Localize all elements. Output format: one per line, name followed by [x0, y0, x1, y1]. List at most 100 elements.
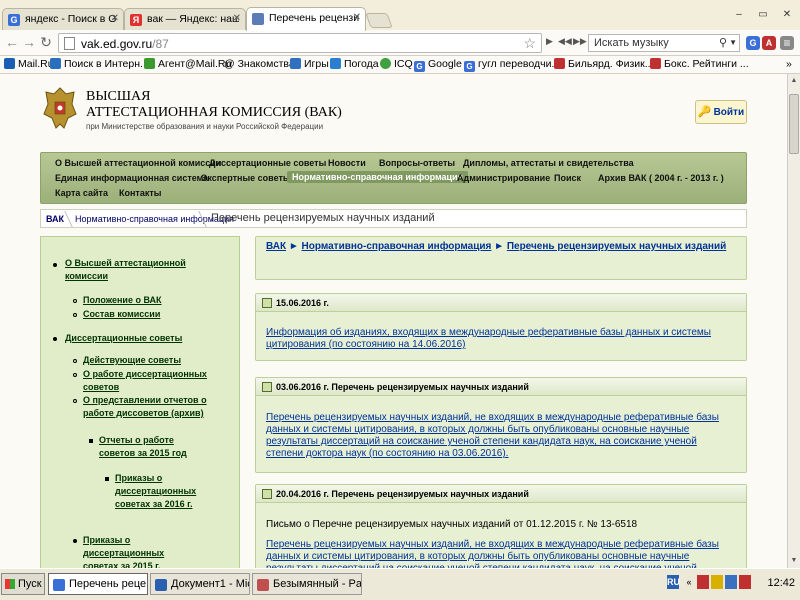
news-header: 03.06.2016 г. Перечень рецензируемых нау…: [256, 378, 746, 396]
tray-expand-icon[interactable]: «: [683, 575, 695, 589]
task-label: Перечень реце...: [69, 578, 148, 590]
scrollbar-thumb[interactable]: [789, 94, 799, 154]
tab-vak-yandex[interactable]: Я вак — Яндекс: нашло ✕: [124, 8, 246, 30]
bookmark-znakomstva[interactable]: @ Знакомства: [224, 58, 295, 70]
shield-icon[interactable]: [711, 575, 723, 589]
bookmark-icq[interactable]: ICQ: [380, 58, 413, 70]
left-menu-active-councils[interactable]: Действующие советы: [83, 354, 181, 367]
reload-icon[interactable]: ↻: [38, 34, 54, 50]
task-paint[interactable]: Безымянный - Paint: [252, 573, 362, 595]
news-item: 20.04.2016 г. Перечень рецензируемых нау…: [255, 484, 747, 568]
search-icon[interactable]: ⚲: [719, 36, 727, 49]
nav-search[interactable]: Поиск: [554, 173, 581, 183]
start-button[interactable]: Пуск: [1, 573, 45, 595]
left-menu-sostav[interactable]: Состав комиссии: [83, 308, 160, 321]
google-icon: G: [464, 61, 475, 72]
forward-icon[interactable]: →: [21, 34, 37, 50]
close-tab-icon[interactable]: ✕: [353, 12, 361, 23]
music-search-placeholder: Искать музыку: [594, 37, 669, 49]
antivirus-icon[interactable]: [697, 575, 709, 589]
nav-unified-info-system[interactable]: Единая информационная система: [55, 173, 208, 183]
nav-dissertation-councils[interactable]: Диссертационные советы: [209, 158, 326, 168]
calendar-icon: [262, 382, 272, 392]
nav-archive[interactable]: Архив ВАК ( 2004 г. - 2013 г. ): [598, 173, 724, 183]
left-menu-reports-archive[interactable]: О представлении отчетов о работе диссове…: [83, 394, 233, 420]
left-menu-reports-2015[interactable]: Отчеты о работе советов за 2015 год: [99, 434, 209, 460]
nav-site-map[interactable]: Карта сайта: [55, 188, 108, 198]
bookmark-billiard[interactable]: Бильярд. Физик...: [554, 58, 653, 70]
bullet: [89, 439, 93, 443]
close-tab-icon[interactable]: ✕: [111, 13, 119, 24]
left-menu-about-vak[interactable]: О Высшей аттестационной комиссии: [65, 257, 195, 283]
bookmark-poisk[interactable]: Поиск в Интерн...: [50, 58, 149, 70]
scroll-up-icon[interactable]: ▲: [788, 74, 800, 88]
taskbar: Пуск Перечень реце... Документ1 - Micr..…: [0, 568, 800, 600]
address-bar[interactable]: vak.ed.gov.ru/87 ☆: [58, 33, 542, 53]
left-menu-orders-2015[interactable]: Приказы о диссертационных советах за 201…: [83, 534, 193, 568]
bookmark-google[interactable]: G Google: [414, 58, 462, 72]
bullet: [73, 373, 77, 377]
chevron-down-icon[interactable]: ▼: [729, 38, 737, 47]
minimize-button[interactable]: –: [728, 8, 750, 22]
tab-perechen[interactable]: Перечень рецензиру ✕: [246, 7, 366, 31]
left-menu-council-work[interactable]: О работе диссертационных советов: [83, 368, 213, 394]
content-crumb-current[interactable]: Перечень рецензируемых научных изданий: [507, 241, 726, 252]
tab-yandex-search[interactable]: G яндекс - Поиск в Goo ✕: [2, 8, 124, 30]
bookmark-label: Поиск в Интерн...: [64, 58, 149, 70]
search-icon: [50, 58, 61, 69]
news-link[interactable]: Информация об изданиях, входящих в между…: [266, 327, 736, 351]
nav-about-vak[interactable]: О Высшей аттестационной комиссии: [55, 158, 221, 168]
nav-administration[interactable]: Администрирование: [457, 173, 550, 183]
new-tab-button[interactable]: [365, 13, 393, 28]
browser-icon: [53, 579, 65, 591]
next-track-icon[interactable]: ▶▶: [573, 36, 587, 47]
language-indicator[interactable]: RU: [667, 575, 680, 589]
content-crumb-vak[interactable]: ВАК: [266, 241, 286, 252]
scroll-down-icon[interactable]: ▼: [788, 554, 800, 568]
back-icon[interactable]: ←: [4, 34, 20, 50]
wrench-icon[interactable]: ≡: [780, 36, 794, 50]
news-text: Письмо о Перечне рецензируемых научных и…: [266, 519, 638, 530]
content-crumb-normative[interactable]: Нормативно-справочная информация: [302, 241, 492, 252]
page-info-icon[interactable]: [64, 37, 75, 50]
bookmarks-more-button[interactable]: »: [786, 58, 792, 70]
bullet: [73, 539, 77, 543]
google-icon[interactable]: G: [746, 36, 760, 50]
vertical-scrollbar[interactable]: ▲ ▼: [787, 74, 800, 568]
nav-normative-info[interactable]: Нормативно-справочная информация: [287, 171, 468, 183]
site-title-line2: АТТЕСТАЦИОННАЯ КОМИССИЯ (ВАК): [86, 105, 342, 120]
login-button[interactable]: 🔑 Войти: [695, 100, 747, 124]
nav-contacts[interactable]: Контакты: [119, 188, 161, 198]
bookmark-pogoda[interactable]: Погода: [330, 58, 379, 70]
play-icon[interactable]: ▶: [546, 36, 553, 47]
nav-news[interactable]: Новости: [328, 158, 366, 168]
security-icon[interactable]: [739, 575, 751, 589]
bookmark-mailru[interactable]: Mail.Ru: [4, 58, 54, 70]
news-link[interactable]: Перечень рецензируемых научных изданий, …: [266, 539, 736, 568]
close-window-button[interactable]: ✕: [776, 8, 798, 22]
music-search-input[interactable]: Искать музыку ⚲ ▼: [588, 34, 740, 52]
bookmark-label: @ Знакомства: [224, 58, 295, 70]
left-menu-orders-2016[interactable]: Приказы о диссертационных советах за 201…: [115, 472, 205, 511]
bookmark-label: Бильярд. Физик...: [568, 58, 654, 70]
task-word[interactable]: Документ1 - Micr...: [150, 573, 250, 595]
news-link[interactable]: Перечень рецензируемых научных изданий, …: [266, 412, 736, 460]
nav-expert-councils[interactable]: Экспертные советы: [201, 173, 291, 183]
left-menu-polozhenie[interactable]: Положение о ВАК: [83, 294, 162, 307]
network-icon[interactable]: [725, 575, 737, 589]
bookmark-star-icon[interactable]: ☆: [523, 35, 536, 52]
bookmark-translate[interactable]: Gгугл переводчи...: [464, 58, 560, 72]
nav-faq[interactable]: Вопросы-ответы: [379, 158, 455, 168]
bookmark-boks[interactable]: Бокс. Рейтинги ...: [650, 58, 749, 70]
nav-diplomas[interactable]: Дипломы, аттестаты и свидетельства: [463, 158, 634, 168]
bookmark-agent[interactable]: Агент@Mail.Ru: [144, 58, 231, 70]
extension-icon[interactable]: A: [762, 36, 776, 50]
task-browser[interactable]: Перечень реце...: [48, 573, 148, 595]
left-menu-dissertation-councils[interactable]: Диссертационные советы: [65, 332, 182, 345]
maximize-button[interactable]: ▭: [752, 8, 774, 22]
system-tray: RU « 12:42: [665, 573, 799, 595]
bookmark-igry[interactable]: Игры: [290, 58, 329, 70]
prev-track-icon[interactable]: ◀◀: [558, 36, 572, 47]
close-tab-icon[interactable]: ✕: [233, 13, 241, 24]
news-header: 20.04.2016 г. Перечень рецензируемых нау…: [256, 485, 746, 503]
